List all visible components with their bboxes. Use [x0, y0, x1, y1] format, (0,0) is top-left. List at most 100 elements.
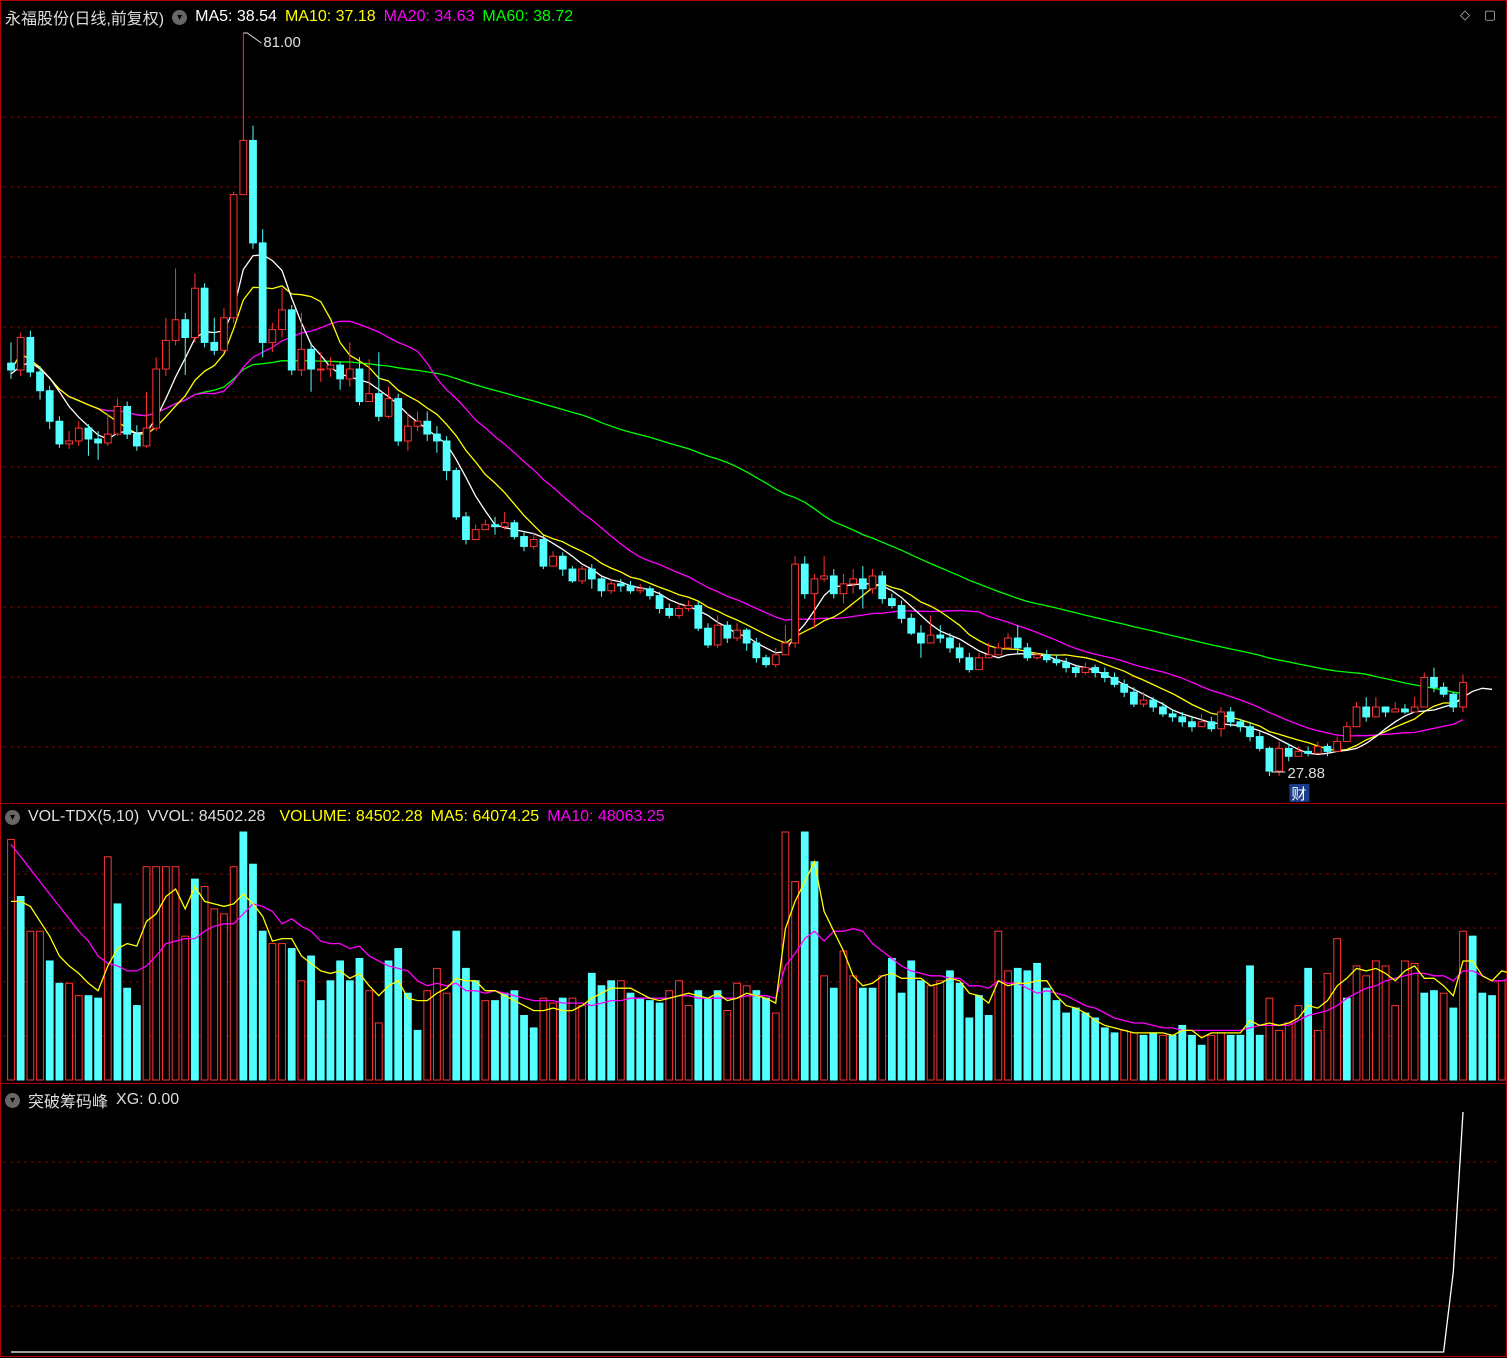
candle: [1091, 667, 1100, 674]
candle: [84, 427, 93, 440]
candle: [1410, 706, 1419, 713]
candle: [94, 438, 103, 444]
volume-bar: [810, 861, 819, 1081]
volume-bar: [742, 985, 751, 1081]
candle: [781, 642, 790, 656]
candle: [142, 427, 151, 447]
candle: [829, 575, 838, 595]
volume-bar: [191, 878, 199, 1081]
volume-bar: [123, 987, 132, 1081]
candle: [568, 568, 577, 582]
candle: [113, 405, 122, 435]
candle: [423, 420, 432, 435]
volume-bar: [1449, 1007, 1458, 1081]
candle: [55, 420, 64, 445]
volume-bar: [1062, 1012, 1071, 1081]
candle: [1294, 750, 1303, 757]
candle: [558, 555, 567, 570]
volume-bar: [510, 990, 519, 1081]
candle: [704, 627, 712, 646]
volume-bar: [1439, 992, 1448, 1081]
volume-bar: [152, 866, 161, 1081]
candle: [607, 583, 616, 592]
candle: [1110, 676, 1119, 685]
volume-bar: [1497, 980, 1506, 1081]
candle: [36, 371, 44, 392]
candle: [645, 588, 654, 597]
volume-bar: [887, 957, 896, 1081]
candle: [1149, 699, 1158, 708]
volume-bar: [210, 908, 219, 1081]
candle: [1371, 706, 1380, 718]
candle: [132, 433, 141, 447]
ma60-line: [10, 352, 1464, 695]
volume-bar: [336, 960, 345, 1081]
candle: [752, 642, 761, 659]
candle: [45, 390, 54, 422]
candle: [675, 607, 683, 616]
volume-bar: [926, 985, 935, 1081]
volume-bar: [1255, 1034, 1264, 1081]
candle: [442, 440, 451, 472]
volume-bar: [858, 987, 867, 1081]
volume-bar: [171, 866, 180, 1081]
volume-bar: [403, 992, 412, 1081]
price-panel[interactable]: 永福股份(日线,前复权) ▾ MA5: 38.54 MA10: 37.18 MA…: [0, 0, 1507, 804]
candle: [549, 555, 557, 567]
candle: [1352, 706, 1361, 728]
candle: [907, 617, 916, 634]
volume-bar: [7, 838, 15, 1081]
volume-bar: [616, 980, 625, 1081]
candle: [520, 536, 528, 547]
volume-bar: [1042, 987, 1051, 1081]
xg-signal-line: [11, 1111, 1464, 1353]
volume-bar: [220, 913, 228, 1081]
volume-bar: [1004, 970, 1012, 1081]
volume-bar: [645, 1000, 654, 1081]
candle: [1449, 693, 1458, 708]
volume-bar: [1468, 935, 1477, 1081]
candle: [74, 427, 83, 442]
volume-bar: [374, 1022, 383, 1081]
volume-bar: [829, 987, 838, 1081]
candle: [655, 595, 664, 609]
volume-bar: [529, 1027, 538, 1081]
volume-bar: [413, 1029, 422, 1081]
volume-chart: [3, 831, 1507, 1081]
volume-bar: [868, 987, 877, 1081]
volume-bar: [268, 943, 277, 1081]
candle: [1023, 647, 1032, 659]
volume-bar: [142, 866, 151, 1081]
volume-bar: [520, 1015, 528, 1081]
candle: [26, 336, 35, 373]
candle: [1255, 736, 1264, 749]
candle: [742, 629, 751, 644]
candle: [355, 368, 364, 403]
volume-bar: [249, 863, 257, 1081]
candle: [1459, 681, 1467, 708]
candle: [152, 368, 161, 429]
indicator-panel[interactable]: ▾ 突破筹码峰 XG: 0.00: [0, 1083, 1507, 1357]
candle: [161, 339, 170, 370]
candle: [636, 588, 645, 592]
volume-bar: [55, 982, 64, 1081]
candle: [1197, 721, 1206, 728]
candle: [462, 516, 470, 541]
volume-bar: [1430, 990, 1438, 1081]
volume-bar: [278, 943, 286, 1081]
candle: [1420, 676, 1429, 708]
ma10-line: [10, 285, 1464, 752]
volume-bar: [1304, 967, 1313, 1081]
candle: [287, 309, 296, 371]
candle: [1120, 683, 1129, 693]
volume-bar: [433, 967, 441, 1081]
volume-bar: [132, 1005, 141, 1081]
volume-bar: [1391, 1005, 1400, 1081]
volume-bar: [16, 895, 25, 1081]
volume-bar: [94, 997, 103, 1081]
candle: [1401, 708, 1409, 713]
volume-bar: [1139, 1034, 1148, 1081]
volume-panel[interactable]: ▾ VOL-TDX(5,10) VVOL: 84502.28 VOLUME: 8…: [0, 803, 1507, 1084]
volume-bar: [723, 1010, 732, 1081]
candle: [1323, 745, 1332, 752]
